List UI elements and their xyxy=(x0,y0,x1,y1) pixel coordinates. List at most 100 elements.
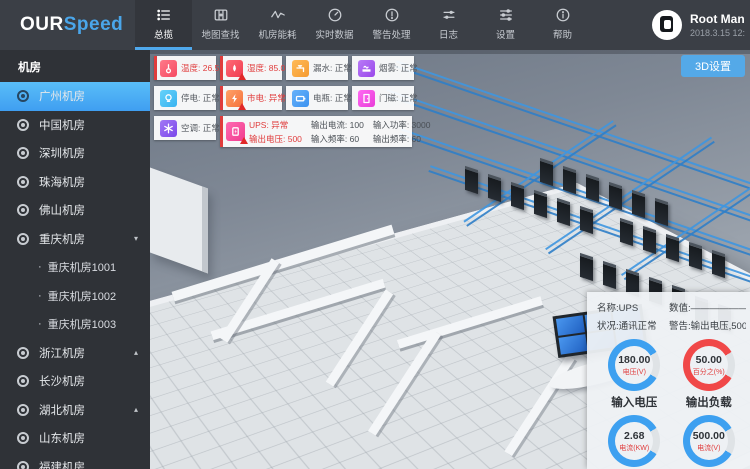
panel-device-status: 状况:通讯正常 xyxy=(597,318,669,332)
status-badges: 温度: 26.5 湿度: 85.0 漏水: 正常 烟雾: 正常 xyxy=(154,56,414,147)
sidebar-item-hubei[interactable]: 湖北机房 ▴ xyxy=(0,396,150,425)
sidebar-item-fujian[interactable]: 福建机房 xyxy=(0,453,150,469)
camera-icon xyxy=(17,204,29,216)
sidebar-item-changsha[interactable]: 长沙机房 xyxy=(0,367,150,396)
tab-map-search[interactable]: 地图查找 xyxy=(192,0,249,50)
gauge-ring: 2.68 电流(KW) xyxy=(608,415,660,467)
tab-realtime-data[interactable]: 实时数据 xyxy=(306,0,363,50)
tab-overview[interactable]: 总揽 xyxy=(135,0,192,50)
logo-part2: Speed xyxy=(64,14,124,36)
badge-water-leak[interactable]: 漏水: 正常 xyxy=(286,56,348,80)
tab-room-energy[interactable]: 机房能耗 xyxy=(249,0,306,50)
overview-list-icon xyxy=(156,7,172,23)
camera-icon xyxy=(17,147,29,159)
bulb-icon xyxy=(160,90,177,107)
tab-alert-handling[interactable]: 警告处理 xyxy=(363,0,420,50)
chevron-down-icon[interactable]: ▾ xyxy=(134,234,138,243)
user-account[interactable]: Root Man 2018.3.15 12: xyxy=(652,0,750,50)
warning-icon xyxy=(238,73,246,80)
camera-icon xyxy=(17,176,29,188)
sidebar-item-shandong[interactable]: 山东机房 xyxy=(0,424,150,453)
badge-door-magnet[interactable]: 门磁: 正常 xyxy=(352,86,414,110)
ups-input-frequency: 输入频率: 60 xyxy=(311,133,364,145)
tab-label: 帮助 xyxy=(553,27,572,41)
sidebar-item-label: 浙江机房 xyxy=(39,345,85,361)
app-logo: OURSpeed xyxy=(0,0,135,50)
sidebar-item-label: 佛山机房 xyxy=(39,202,85,218)
ups-output-voltage: 输出电压: 500 xyxy=(249,133,302,145)
sidebar-item-chongqing[interactable]: 重庆机房 ▾ xyxy=(0,225,150,254)
sidebar-item-foshan[interactable]: 佛山机房 xyxy=(0,196,150,225)
badge-mains-power[interactable]: 市电: 异常 xyxy=(220,86,282,110)
sidebar-item-chongqing-1001[interactable]: · 重庆机房1001 xyxy=(0,253,150,282)
tab-label: 警告处理 xyxy=(372,27,410,41)
chevron-up-icon[interactable]: ▴ xyxy=(134,348,138,357)
warning-icon xyxy=(240,137,248,144)
server-rack xyxy=(511,182,524,210)
gauge-ring: 180.00 电压(V) xyxy=(608,339,660,391)
sidebar-item-zhuhai[interactable]: 珠海机房 xyxy=(0,168,150,197)
gauge-output-power: 2.68 电流(KW) 输出功率 xyxy=(597,415,672,469)
gauge-unit: 电压(V) xyxy=(623,367,646,377)
gauge-output-voltage: 500.00 电流(V) 输出电压 xyxy=(672,415,747,469)
tab-settings[interactable]: 设置 xyxy=(477,0,534,50)
gauge-value: 500.00 xyxy=(693,430,725,442)
tab-logs[interactable]: 日志 xyxy=(420,0,477,50)
smoke-icon xyxy=(358,60,375,77)
tab-help[interactable]: 帮助 xyxy=(534,0,591,50)
room-sidebar: 机房 广州机房 中国机房 深圳机房 珠海机房 佛山机房 重庆机房 ▾ · 重 xyxy=(0,50,150,469)
user-name: Root Man xyxy=(690,12,745,26)
user-avatar-icon xyxy=(652,10,682,40)
alert-circle-icon xyxy=(384,7,400,23)
server-rack xyxy=(580,253,593,281)
badge-humidity[interactable]: 湿度: 85.0 xyxy=(220,56,282,80)
sidebar-item-shenzhen[interactable]: 深圳机房 xyxy=(0,139,150,168)
3d-settings-button[interactable]: 3D设置 xyxy=(681,55,745,77)
server-rack xyxy=(563,166,576,194)
sidebar-item-zhejiang[interactable]: 浙江机房 ▴ xyxy=(0,339,150,368)
badge-smoke[interactable]: 烟雾: 正常 xyxy=(352,56,414,80)
server-rack xyxy=(534,190,547,218)
ups-detail-panel: 名称:UPS 数值:—————— 状况:通讯正常 警告:输出电压,500.00,… xyxy=(587,292,750,469)
sidebar-item-china[interactable]: 中国机房 xyxy=(0,111,150,140)
warning-icon xyxy=(238,103,246,110)
sub-item-bullet: · xyxy=(38,290,42,302)
snowflake-icon xyxy=(160,120,177,137)
gauge-unit: 百分之(%) xyxy=(693,367,725,377)
tab-label: 地图查找 xyxy=(201,27,239,41)
server-rack xyxy=(580,206,593,234)
tab-label: 总揽 xyxy=(154,27,173,41)
sidebar-title: 机房 xyxy=(0,50,150,82)
badge-text: 停电: 正常 xyxy=(181,92,220,104)
sidebar-item-label: 重庆机房1001 xyxy=(48,259,116,275)
camera-icon xyxy=(17,461,29,469)
panel-device-name: 名称:UPS xyxy=(597,300,669,314)
panel-device-value: 数值:—————— xyxy=(669,300,746,314)
sub-item-bullet: · xyxy=(38,261,42,273)
log-list-icon xyxy=(441,7,457,23)
badge-power-outage[interactable]: 停电: 正常 xyxy=(154,86,216,110)
gauge-label: 输入电压 xyxy=(611,394,657,410)
help-circle-icon xyxy=(555,7,571,23)
badge-text: 市电: 异常 xyxy=(247,92,286,104)
ups-status: UPS: 异常 xyxy=(249,119,302,131)
map-search-icon xyxy=(213,7,229,23)
server-rack xyxy=(712,250,725,278)
camera-icon xyxy=(17,404,29,416)
sidebar-item-guangzhou[interactable]: 广州机房 xyxy=(0,82,150,111)
chevron-up-icon[interactable]: ▴ xyxy=(134,405,138,414)
server-rack xyxy=(488,174,501,202)
sidebar-item-label: 珠海机房 xyxy=(39,174,85,190)
door-icon xyxy=(358,90,375,107)
badge-air-conditioning[interactable]: 空调: 正常 xyxy=(154,116,216,140)
header-datetime: 2018.3.15 12: xyxy=(690,28,745,38)
sidebar-item-chongqing-1003[interactable]: · 重庆机房1003 xyxy=(0,310,150,339)
sidebar-item-chongqing-1002[interactable]: · 重庆机房1002 xyxy=(0,282,150,311)
ups-output-frequency: 输出频率: 60 xyxy=(373,133,431,145)
badge-temperature[interactable]: 温度: 26.5 xyxy=(154,56,216,80)
gauge-value: 2.68 xyxy=(624,430,644,442)
camera-icon xyxy=(17,432,29,444)
ups-battery-icon xyxy=(226,122,245,141)
badge-ups[interactable]: UPS: 异常 输出电压: 500 输出电流: 100 输入频率: 60 输入功… xyxy=(220,116,412,147)
badge-battery[interactable]: 电瓶: 正常 xyxy=(286,86,348,110)
